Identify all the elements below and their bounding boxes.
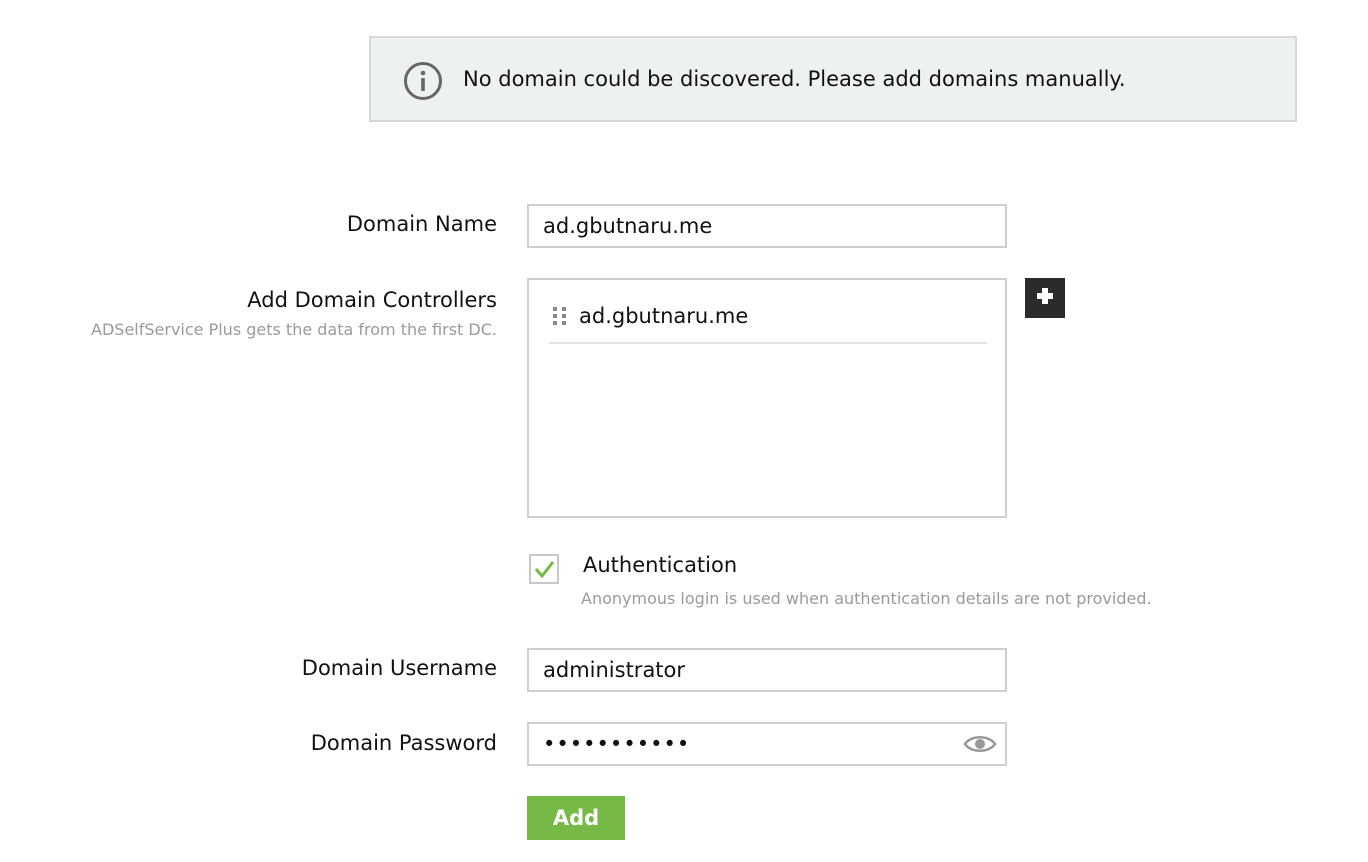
authentication-label[interactable]: Authentication bbox=[583, 553, 737, 577]
add-button[interactable]: Add bbox=[527, 796, 625, 840]
eye-icon[interactable] bbox=[963, 732, 997, 756]
domain-name-label: Domain Name bbox=[346, 212, 497, 236]
plus-icon bbox=[1035, 286, 1055, 310]
domain-username-input[interactable] bbox=[527, 648, 1007, 692]
domain-name-input[interactable] bbox=[527, 204, 1007, 248]
domain-password-label: Domain Password bbox=[310, 731, 497, 755]
domain-username-label: Domain Username bbox=[301, 656, 497, 680]
banner-message: No domain could be discovered. Please ad… bbox=[463, 67, 1126, 91]
domain-controllers-label: Add Domain Controllers bbox=[247, 288, 497, 312]
list-item[interactable]: ad.gbutnaru.me bbox=[549, 290, 987, 344]
info-icon bbox=[403, 61, 443, 101]
add-domain-page: No domain could be discovered. Please ad… bbox=[0, 0, 1368, 862]
authentication-checkbox[interactable] bbox=[529, 554, 559, 584]
domain-controllers-list[interactable]: ad.gbutnaru.me bbox=[527, 278, 1007, 518]
add-domain-controller-button[interactable] bbox=[1025, 278, 1065, 318]
domain-controller-name: ad.gbutnaru.me bbox=[579, 304, 749, 328]
authentication-hint: Anonymous login is used when authenticat… bbox=[581, 589, 1152, 608]
domain-password-field bbox=[527, 722, 1007, 766]
info-banner: No domain could be discovered. Please ad… bbox=[369, 36, 1297, 122]
domain-password-input[interactable] bbox=[527, 722, 1007, 766]
domain-controllers-hint: ADSelfService Plus gets the data from th… bbox=[91, 320, 497, 339]
drag-handle-icon[interactable] bbox=[553, 305, 567, 327]
